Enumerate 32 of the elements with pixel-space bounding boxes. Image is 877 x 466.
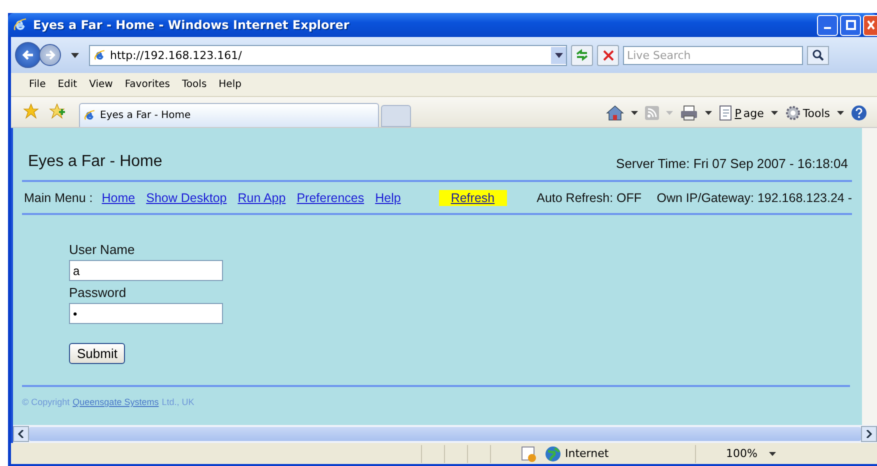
- menu-item[interactable]: File: [29, 79, 46, 90]
- copyright-text: Ltd., UK: [162, 397, 194, 407]
- nav-link[interactable]: Preferences: [294, 190, 366, 204]
- field-label: User Name: [69, 243, 135, 257]
- nav-link[interactable]: Refresh: [438, 190, 507, 206]
- zoom-level[interactable]: 100%: [726, 447, 758, 460]
- menu-item[interactable]: Favorites: [124, 79, 170, 90]
- menu-item[interactable]: Tools: [182, 79, 207, 90]
- address-field[interactable]: http://192.168.123.161/: [89, 44, 567, 66]
- browser-tab[interactable]: Eyes a Far - Home: [79, 103, 379, 127]
- nav-link[interactable]: Home: [100, 190, 138, 204]
- field-label: Password: [69, 286, 126, 300]
- search-field[interactable]: Live Search: [623, 46, 803, 64]
- page-title: Eyes a Far - Home: [28, 153, 162, 171]
- tools-menu[interactable]: Tools: [784, 105, 830, 121]
- menu-item[interactable]: Help: [218, 79, 242, 90]
- own-ip-gateway: Own IP/Gateway: 192.168.123.24 -: [656, 190, 852, 204]
- menu-item[interactable]: View: [89, 79, 113, 90]
- window-title: Eyes a Far - Home - Windows Internet Explorer: [33, 18, 350, 32]
- zone-label: Internet: [565, 447, 610, 460]
- input-field[interactable]: •: [69, 303, 223, 324]
- auto-refresh-status: Auto Refresh: OFF: [536, 190, 642, 204]
- nav-link[interactable]: Show Desktop: [144, 190, 229, 204]
- menu-item[interactable]: Edit: [58, 79, 78, 90]
- input-field[interactable]: a: [69, 260, 223, 281]
- server-time: Server Time: Fri 07 Sep 2007 - 16:18:04: [616, 156, 848, 171]
- nav-link[interactable]: Help: [373, 190, 403, 204]
- menu-label: Main Menu :: [24, 190, 93, 204]
- page-menu[interactable]: Page: [718, 105, 764, 121]
- submit-button[interactable]: Submit: [69, 343, 126, 364]
- copyright-text: © Copyright: [22, 397, 70, 407]
- nav-link[interactable]: Run App: [236, 190, 288, 204]
